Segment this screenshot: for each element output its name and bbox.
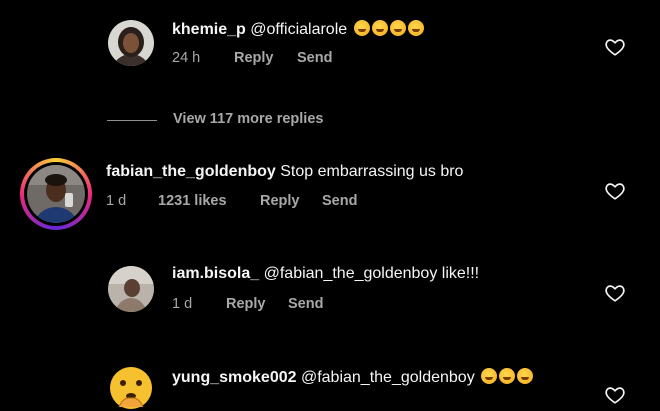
likes-count[interactable]: 1231 likes <box>158 193 227 209</box>
reply-button[interactable]: Reply <box>234 50 274 66</box>
avatar[interactable] <box>108 266 154 312</box>
comment-text: @officialarole <box>250 21 348 38</box>
emoji-group <box>352 20 424 38</box>
emoji-group <box>479 368 534 386</box>
heart-icon[interactable] <box>604 180 626 202</box>
timestamp: 24 h <box>172 50 201 66</box>
view-replies-button[interactable]: View 117 more replies <box>173 111 323 127</box>
top-level-comment: fabian_the_goldenboy Stop embarrassing u… <box>0 150 660 250</box>
grinning-squinting-face-icon <box>481 368 498 384</box>
send-button[interactable]: Send <box>297 50 332 66</box>
divider-line <box>107 120 157 121</box>
avatar[interactable] <box>108 365 154 411</box>
comment-text-line: yung_smoke002 @fabian_the_goldenboy <box>172 368 534 387</box>
reply-button[interactable]: Reply <box>226 296 266 312</box>
heart-icon[interactable] <box>604 36 626 58</box>
reply-comment: khemie_p @officialarole 24 h Reply Send <box>0 0 660 100</box>
reply-comment: yung_smoke002 @fabian_the_goldenboy <box>0 350 660 411</box>
send-button[interactable]: Send <box>288 296 323 312</box>
rolling-on-floor-laughing-icon <box>407 20 424 36</box>
grinning-squinting-face-icon <box>517 368 534 384</box>
reply-button[interactable]: Reply <box>260 193 300 209</box>
rolling-on-floor-laughing-icon <box>353 20 370 36</box>
comment-text-line: khemie_p @officialarole <box>172 20 424 39</box>
comment-text: @fabian_the_goldenboy like!!! <box>263 265 480 282</box>
heart-icon[interactable] <box>604 384 626 406</box>
comment-meta: 1 d 1231 likes Reply Send <box>106 193 426 211</box>
grinning-squinting-face-icon <box>499 368 516 384</box>
avatar[interactable] <box>27 165 85 223</box>
comment-text-line: iam.bisola_ @fabian_the_goldenboy like!!… <box>172 265 479 283</box>
comment-meta: 1 d Reply Send <box>172 296 472 314</box>
comment-text: Stop embarrassing us bro <box>280 163 464 180</box>
timestamp: 1 d <box>172 296 193 312</box>
username[interactable]: khemie_p <box>172 21 246 38</box>
avatar[interactable] <box>108 20 154 66</box>
username[interactable]: fabian_the_goldenboy <box>106 163 276 180</box>
comment-text-line: fabian_the_goldenboy Stop embarrassing u… <box>106 163 463 181</box>
heart-icon[interactable] <box>604 282 626 304</box>
timestamp: 1 d <box>106 193 127 209</box>
rolling-on-floor-laughing-icon <box>389 20 406 36</box>
send-button[interactable]: Send <box>322 193 357 209</box>
reply-comment: iam.bisola_ @fabian_the_goldenboy like!!… <box>0 250 660 350</box>
comment-meta: 24 h Reply Send <box>172 50 472 68</box>
rolling-on-floor-laughing-icon <box>371 20 388 36</box>
username[interactable]: iam.bisola_ <box>172 265 259 282</box>
comment-text: @fabian_the_goldenboy <box>300 369 475 386</box>
username[interactable]: yung_smoke002 <box>172 369 297 386</box>
